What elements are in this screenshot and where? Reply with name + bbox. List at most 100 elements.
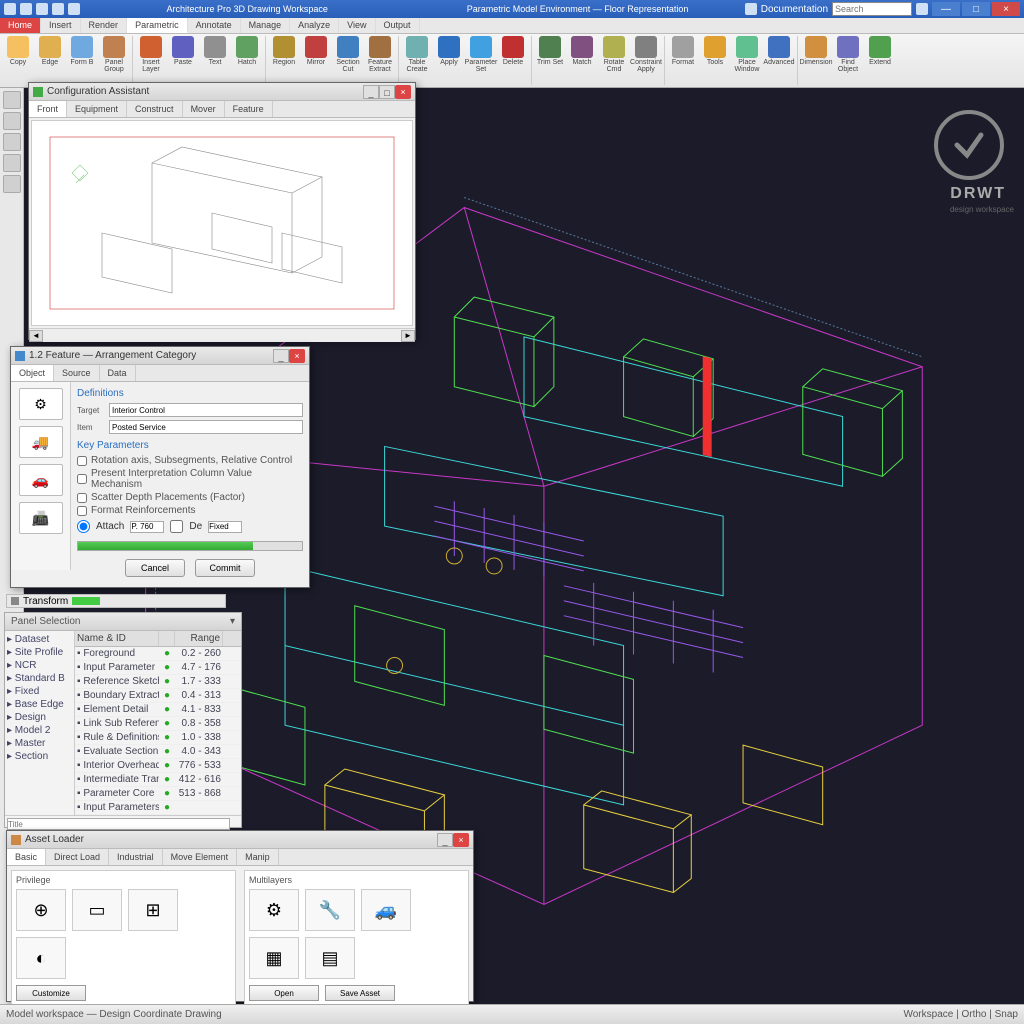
asset-tile[interactable]: 🔧 — [305, 889, 355, 931]
asset-tile[interactable]: 🚙 — [361, 889, 411, 931]
radio-attach[interactable] — [77, 520, 90, 533]
tab-direct[interactable]: Direct Load — [46, 849, 109, 865]
qat-icon[interactable] — [36, 3, 48, 15]
chk-de[interactable] — [170, 520, 183, 533]
list-row[interactable]: ▪ Input Parameters● — [75, 801, 241, 815]
ribbon-feature-extract[interactable]: Feature Extract — [364, 36, 396, 85]
tab-analyze[interactable]: Analyze — [290, 18, 339, 33]
tab-basic[interactable]: Basic — [7, 849, 46, 865]
tab-equipment[interactable]: Equipment — [67, 101, 127, 117]
customize-button[interactable]: Customize — [16, 985, 86, 1001]
ribbon-paste[interactable]: Paste — [167, 36, 199, 85]
list-row[interactable]: ▪ Parameter Core●513 - 868 — [75, 787, 241, 801]
list-row[interactable]: ▪ Rule & Definitions●1.0 - 338 — [75, 731, 241, 745]
minimize-icon[interactable]: _ — [273, 349, 289, 363]
ribbon-delete[interactable]: Delete — [497, 36, 529, 85]
title-input[interactable] — [7, 818, 230, 830]
tree-item[interactable]: ▸ Master — [7, 737, 72, 750]
col-status[interactable] — [159, 631, 175, 646]
tab-object[interactable]: Object — [11, 365, 54, 381]
ribbon-section-cut[interactable]: Section Cut — [332, 36, 364, 85]
ribbon-dimension[interactable]: Dimension — [800, 36, 832, 85]
asset-tile[interactable]: ▤ — [305, 937, 355, 979]
tab-feature[interactable]: Feature — [225, 101, 273, 117]
chk-rotation[interactable] — [77, 456, 87, 466]
target-input[interactable] — [109, 403, 303, 417]
save-asset-button[interactable]: Save Asset — [325, 985, 395, 1001]
tab-source[interactable]: Source — [54, 365, 100, 381]
open-button[interactable]: Open — [249, 985, 319, 1001]
de-value[interactable] — [208, 521, 242, 533]
ribbon-region[interactable]: Region — [268, 36, 300, 85]
tab-render[interactable]: Render — [81, 18, 128, 33]
chk-format[interactable] — [77, 506, 87, 516]
list-row[interactable]: ▪ Intermediate Transform●412 - 616 — [75, 773, 241, 787]
ribbon-extend[interactable]: Extend — [864, 36, 896, 85]
ribbon-tools[interactable]: Tools — [699, 36, 731, 85]
tree-item[interactable]: ▸ Model 2 — [7, 724, 72, 737]
tool-icon[interactable] — [3, 91, 21, 109]
ribbon-insert-layer[interactable]: Insert Layer — [135, 36, 167, 85]
tab-parametric[interactable]: Parametric — [127, 18, 188, 33]
tree-item[interactable]: ▸ Fixed — [7, 685, 72, 698]
list-row[interactable]: ▪ Element Detail●4.1 - 833 — [75, 703, 241, 717]
tab-output[interactable]: Output — [376, 18, 420, 33]
qat-icon[interactable] — [68, 3, 80, 15]
tab-mover[interactable]: Mover — [183, 101, 225, 117]
preview-viewport[interactable] — [31, 120, 413, 326]
panel-menu-icon[interactable]: ▾ — [230, 616, 235, 627]
maximize-button[interactable]: □ — [962, 2, 990, 16]
qat-icon[interactable] — [52, 3, 64, 15]
tab-manage[interactable]: Manage — [241, 18, 291, 33]
close-icon[interactable]: × — [395, 85, 411, 99]
thumb-truck[interactable]: 🚚 — [19, 426, 63, 458]
list-row[interactable]: ▪ Boundary Extract●0.4 - 313 — [75, 689, 241, 703]
asset-tile[interactable]: ⊕ — [16, 889, 66, 931]
ribbon-panel-group[interactable]: Panel Group — [98, 36, 130, 85]
tab-industrial[interactable]: Industrial — [109, 849, 163, 865]
list-row[interactable]: ▪ Reference Sketch●1.7 - 333 — [75, 675, 241, 689]
ribbon-place-window[interactable]: Place Window — [731, 36, 763, 85]
ribbon-copy[interactable]: Copy — [2, 36, 34, 85]
scroll-right-icon[interactable]: ► — [401, 330, 415, 342]
cancel-button[interactable]: Cancel — [125, 559, 185, 577]
tree-item[interactable]: ▸ Base Edge — [7, 698, 72, 711]
asset-tile[interactable]: ▦ — [249, 937, 299, 979]
close-icon[interactable]: × — [453, 833, 469, 847]
tab-construct[interactable]: Construct — [127, 101, 183, 117]
tool-icon[interactable] — [3, 175, 21, 193]
tab-home[interactable]: Home — [0, 18, 41, 33]
thumb-machine[interactable]: ⚙ — [19, 388, 63, 420]
tab-move[interactable]: Move Element — [163, 849, 238, 865]
attach-value[interactable] — [130, 521, 164, 533]
tool-icon[interactable] — [3, 133, 21, 151]
ribbon-rotate-cmd[interactable]: Rotate Cmd — [598, 36, 630, 85]
tab-front[interactable]: Front — [29, 101, 67, 117]
ribbon-hatch[interactable]: Hatch — [231, 36, 263, 85]
thumb-car[interactable]: 🚗 — [19, 464, 63, 496]
tree-item[interactable]: ▸ Dataset — [7, 633, 72, 646]
ribbon-match[interactable]: Match — [566, 36, 598, 85]
ribbon-parameter-set[interactable]: Parameter Set — [465, 36, 497, 85]
scroll-left-icon[interactable]: ◄ — [29, 330, 43, 342]
list-row[interactable]: ▪ Interior Overhead Form●776 - 533 — [75, 759, 241, 773]
asset-tile[interactable]: ▭ — [72, 889, 122, 931]
col-range[interactable]: Range — [175, 631, 223, 646]
list-row[interactable]: ▪ Foreground●0.2 - 260 — [75, 647, 241, 661]
col-name[interactable]: Name & ID — [75, 631, 159, 646]
tree-item[interactable]: ▸ Site Profile — [7, 646, 72, 659]
ribbon-table-create[interactable]: Table Create — [401, 36, 433, 85]
ribbon-text[interactable]: Text — [199, 36, 231, 85]
tab-data[interactable]: Data — [100, 365, 136, 381]
close-icon[interactable]: × — [289, 349, 305, 363]
tool-icon[interactable] — [3, 112, 21, 130]
tab-manip[interactable]: Manip — [237, 849, 279, 865]
ribbon-apply[interactable]: Apply — [433, 36, 465, 85]
ribbon-format[interactable]: Format — [667, 36, 699, 85]
ribbon-trim-set[interactable]: Trim Set — [534, 36, 566, 85]
dropdown-icon[interactable] — [916, 3, 928, 15]
ribbon-edge[interactable]: Edge — [34, 36, 66, 85]
tree-item[interactable]: ▸ Section — [7, 750, 72, 763]
commit-button[interactable]: Commit — [195, 559, 255, 577]
minimize-icon[interactable]: _ — [363, 85, 379, 99]
